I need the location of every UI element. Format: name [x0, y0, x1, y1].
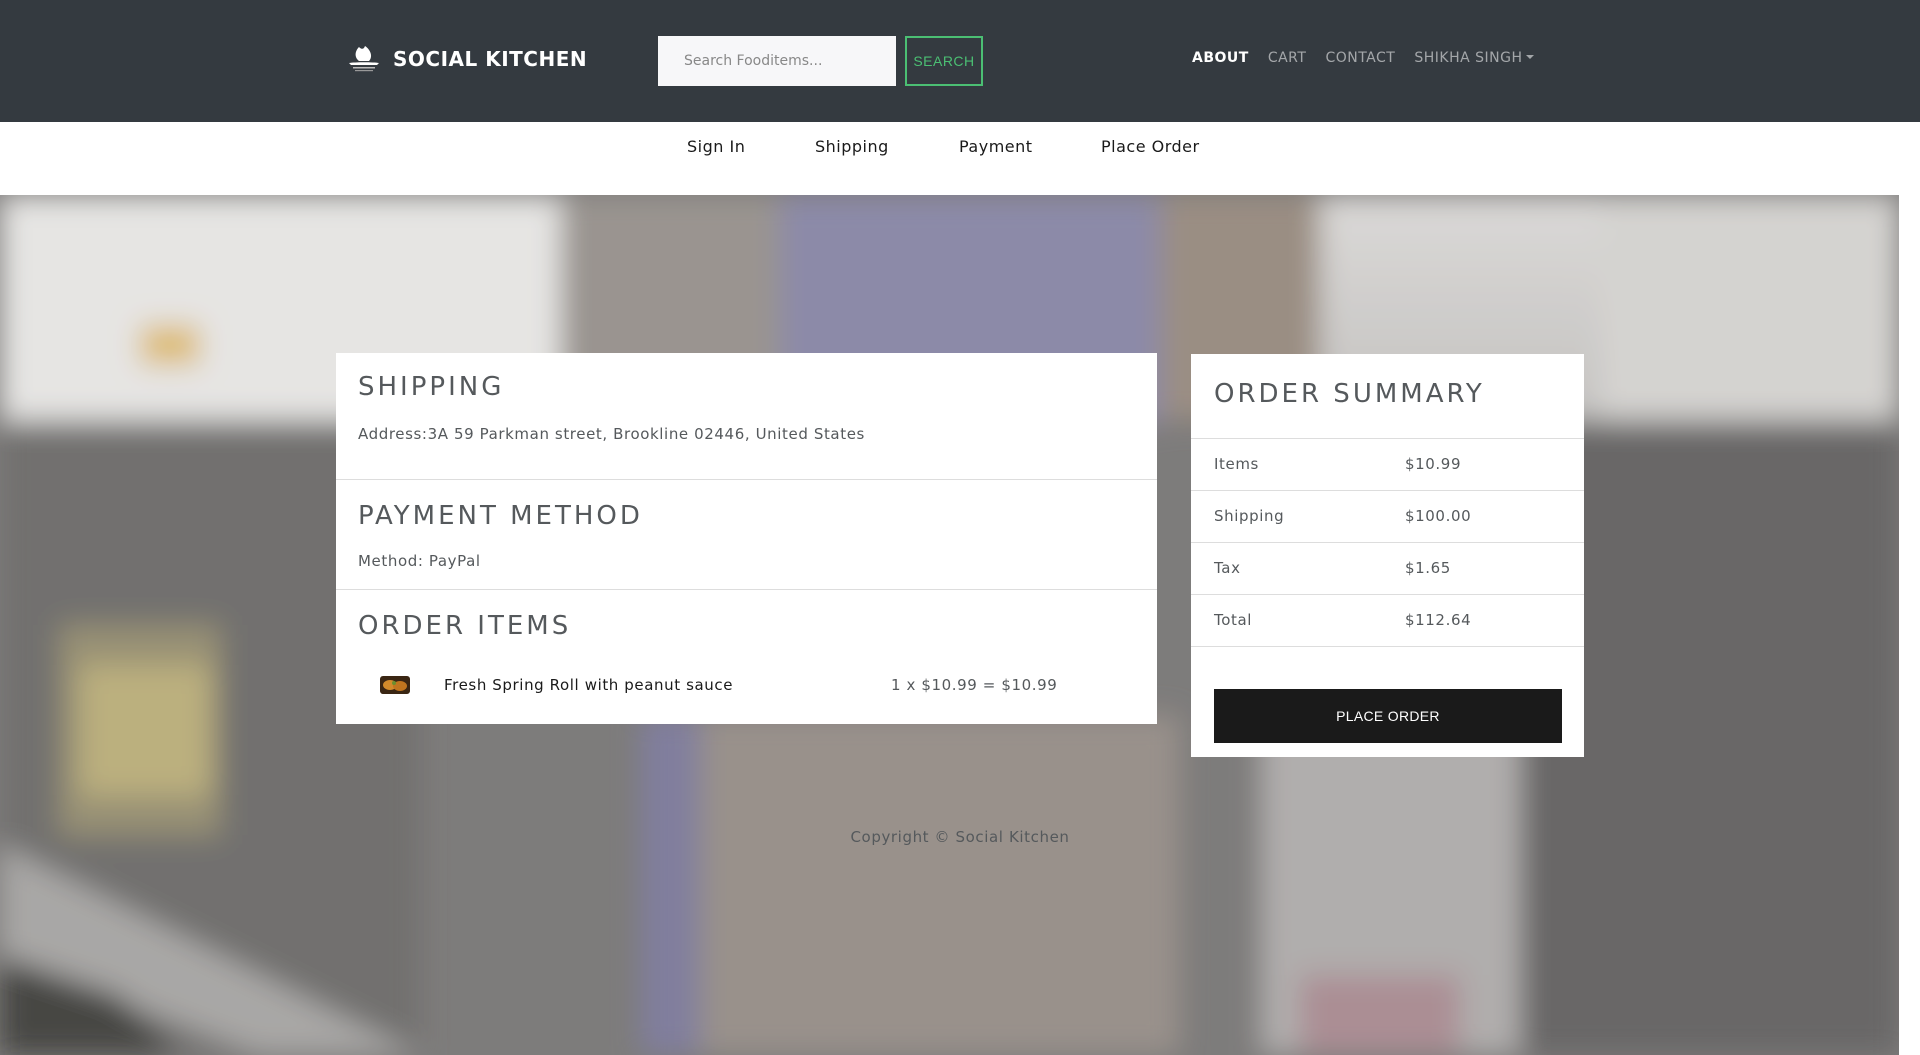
payment-method: Method: PayPal: [358, 552, 481, 570]
summary-value: $1.65: [1405, 559, 1451, 577]
summary-value: $112.64: [1405, 611, 1472, 629]
step-shipping[interactable]: Shipping: [815, 137, 889, 156]
payment-section: PAYMENT METHOD Method: PayPal: [336, 480, 1157, 590]
order-summary-card: ORDER SUMMARY Items $10.99 Shipping $100…: [1191, 354, 1584, 757]
summary-row-tax: Tax $1.65: [1191, 542, 1584, 594]
user-menu-dropdown[interactable]: SHIKHA SINGH: [1414, 50, 1534, 66]
nav-link-contact[interactable]: CONTACT: [1325, 50, 1395, 66]
top-navbar: SOCIAL KITCHEN SEARCH ABOUT CART CONTACT…: [0, 0, 1920, 122]
search-button[interactable]: SEARCH: [905, 36, 983, 86]
shipping-section: SHIPPING Address:3A 59 Parkman street, B…: [336, 353, 1157, 480]
summary-label: Total: [1214, 611, 1253, 629]
place-order-button[interactable]: PLACE ORDER: [1214, 689, 1562, 743]
kitchen-logo-icon: [349, 46, 379, 72]
summary-label: Tax: [1214, 559, 1241, 577]
summary-row-items: Items $10.99: [1191, 438, 1584, 490]
order-item-name-link[interactable]: Fresh Spring Roll with peanut sauce: [444, 676, 733, 694]
nav-links: ABOUT CART CONTACT SHIKHA SINGH: [1192, 50, 1534, 66]
payment-heading: PAYMENT METHOD: [358, 501, 643, 531]
summary-value: $100.00: [1405, 507, 1472, 525]
checkout-steps: Sign In Shipping Payment Place Order: [0, 122, 1920, 195]
step-payment[interactable]: Payment: [959, 137, 1033, 156]
step-place-order[interactable]: Place Order: [1101, 137, 1200, 156]
summary-row-shipping: Shipping $100.00: [1191, 490, 1584, 542]
order-summary-heading: ORDER SUMMARY: [1214, 379, 1485, 409]
summary-divider: [1191, 646, 1584, 675]
order-item-row: Fresh Spring Roll with peanut sauce 1 x …: [336, 668, 1157, 708]
nav-link-about[interactable]: ABOUT: [1192, 50, 1249, 66]
summary-label: Shipping: [1214, 507, 1285, 525]
summary-value: $10.99: [1405, 455, 1462, 473]
summary-label: Items: [1214, 455, 1259, 473]
step-sign-in[interactable]: Sign In: [687, 137, 745, 156]
summary-row-total: Total $112.64: [1191, 594, 1584, 646]
shipping-heading: SHIPPING: [358, 372, 505, 402]
brand-name: SOCIAL KITCHEN: [393, 47, 588, 71]
footer-copyright: Copyright © Social Kitchen: [850, 828, 1070, 846]
order-items-heading: ORDER ITEMS: [358, 611, 572, 641]
user-name: SHIKHA SINGH: [1414, 50, 1523, 66]
shipping-address: Address:3A 59 Parkman street, Brookline …: [358, 425, 865, 443]
nav-link-cart[interactable]: CART: [1268, 50, 1307, 66]
search-input[interactable]: [658, 36, 896, 86]
chevron-down-icon: [1525, 55, 1534, 59]
checkout-details-card: SHIPPING Address:3A 59 Parkman street, B…: [336, 353, 1157, 724]
order-item-price: 1 x $10.99 = $10.99: [891, 676, 1058, 694]
brand-link[interactable]: SOCIAL KITCHEN: [345, 40, 587, 78]
food-thumbnail-image: [380, 676, 410, 694]
